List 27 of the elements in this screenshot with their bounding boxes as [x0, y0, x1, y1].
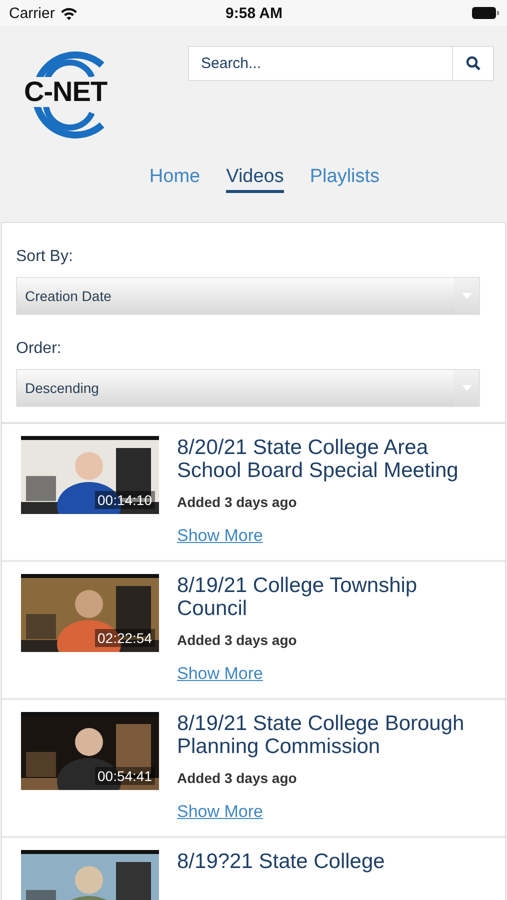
video-duration: 00:54:41 — [94, 767, 155, 785]
show-more-link[interactable]: Show More — [177, 526, 263, 546]
added-date: Added 3 days ago — [177, 632, 298, 648]
search-field[interactable]: Search... — [188, 46, 494, 81]
dropdown[interactable]: Creation Date — [16, 277, 480, 315]
video-title[interactable]: 8/19/21 College Township Council — [177, 574, 489, 620]
video-title[interactable]: 8/19?21 State College — [177, 850, 489, 873]
video-duration: 02:22:54 — [94, 629, 155, 647]
search-icon — [466, 56, 480, 71]
clock-time: 9:58 AM — [226, 4, 282, 22]
carrier-label: Carrier — [9, 4, 55, 22]
dropdown[interactable]: Descending — [16, 369, 480, 407]
nav-tab[interactable]: Videos — [226, 166, 284, 193]
video-duration: 00:14:10 — [94, 491, 155, 509]
video-title[interactable]: 8/19/21 State College Borough Planning Commission — [177, 712, 489, 758]
wifi-icon — [60, 6, 78, 20]
show-more-link[interactable]: Show More — [177, 664, 263, 684]
show-more-link[interactable]: Show More — [177, 802, 263, 822]
filter-label: Order: — [16, 340, 62, 358]
added-date: Added 3 days ago — [177, 770, 298, 786]
caret-icon — [462, 385, 472, 391]
battery-icon — [472, 7, 499, 19]
video-title[interactable]: 8/20/21 State College Area School Board Special Meeting — [177, 436, 489, 482]
caret-icon — [462, 293, 472, 299]
added-date: Added 3 days ago — [177, 494, 298, 510]
logo-text: C-NET — [24, 77, 108, 107]
filter-label: Sort By: — [16, 248, 74, 266]
